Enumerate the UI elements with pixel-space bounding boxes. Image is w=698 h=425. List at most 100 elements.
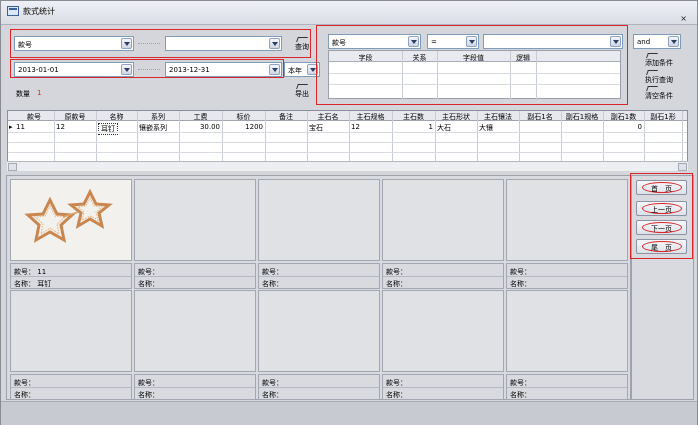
add-condition-button[interactable]: 添加条件 xyxy=(645,53,673,68)
product-image[interactable] xyxy=(10,179,132,261)
chevron-down-icon[interactable] xyxy=(408,36,419,47)
grid-column-header[interactable]: 主石规格 xyxy=(349,112,392,122)
card-code-label: 款号： xyxy=(386,268,407,276)
add-icon xyxy=(646,53,658,58)
scroll-right-icon[interactable] xyxy=(678,163,687,171)
grid-column-header[interactable]: 款号 xyxy=(14,112,54,122)
card-code-label: 款号： xyxy=(262,379,283,387)
grid-cell[interactable]: 1 xyxy=(392,123,433,131)
product-card[interactable]: 款号： 名称： xyxy=(134,179,256,289)
run-query-button[interactable]: 执行查询 xyxy=(645,70,673,85)
clear-icon xyxy=(646,86,658,91)
product-card[interactable]: 款号： 名称： xyxy=(10,290,132,400)
query-label: 查询 xyxy=(295,43,309,51)
chevron-down-icon[interactable] xyxy=(269,38,280,49)
card-code-label: 款号： xyxy=(386,379,407,387)
period-select[interactable]: 本年 xyxy=(284,62,320,77)
count-value: 1 xyxy=(37,89,42,97)
date-to-picker[interactable]: 2013-12-31 xyxy=(165,62,282,77)
search-value-select[interactable] xyxy=(165,36,282,51)
grid-column-header[interactable]: 主石形状 xyxy=(435,112,477,122)
grid-column-header[interactable]: 主石数 xyxy=(392,112,435,122)
grid-cell[interactable]: 12 xyxy=(351,123,360,131)
grid-cell[interactable]: 12 xyxy=(56,123,65,131)
grid-cell[interactable]: 0 xyxy=(603,123,642,131)
card-code-label: 款号： xyxy=(138,379,159,387)
product-image[interactable] xyxy=(258,179,380,261)
grid-column-header[interactable]: 副石1规格 xyxy=(561,112,603,122)
date-from-picker[interactable]: 2013-01-01 xyxy=(14,62,134,77)
window-title: 款式统计 xyxy=(23,7,55,16)
card-code-value: 11 xyxy=(37,268,47,276)
window: 款式统计 × 款号 查询 2013-01-01 2013-12-31 本年 数量… xyxy=(0,0,698,425)
product-image[interactable] xyxy=(382,179,504,261)
grid-column-header[interactable]: 原款号 xyxy=(54,112,96,122)
product-image[interactable] xyxy=(506,290,628,372)
product-card[interactable]: 款号： 名称： xyxy=(506,290,628,400)
condition-grid[interactable]: 字段 关系 字段值 逻辑 xyxy=(328,50,621,100)
chevron-down-icon[interactable] xyxy=(269,64,280,75)
next-page-button[interactable]: 下一页 xyxy=(636,220,687,235)
card-name-label: 名称： xyxy=(510,391,531,399)
clear-conditions-button[interactable]: 清空条件 xyxy=(645,86,673,101)
product-image[interactable] xyxy=(134,179,256,261)
scroll-left-icon[interactable] xyxy=(8,163,17,171)
product-image[interactable] xyxy=(506,179,628,261)
card-name-label: 名称： xyxy=(14,391,35,399)
card-name-label: 名称： xyxy=(14,280,35,288)
search-field-select[interactable]: 款号 xyxy=(14,36,134,51)
chevron-down-icon[interactable] xyxy=(610,36,621,47)
title-bar: 款式统计 × xyxy=(1,1,697,25)
grid-column-header[interactable]: 副石1名 xyxy=(519,112,561,122)
close-icon[interactable]: × xyxy=(680,14,687,23)
card-name-label: 名称： xyxy=(510,280,531,288)
product-image[interactable] xyxy=(10,290,132,372)
grid-column-header[interactable]: 备注 xyxy=(265,112,307,122)
grid-column-header[interactable]: 副石1形 xyxy=(644,112,682,122)
product-card[interactable]: 款号： 名称： xyxy=(134,290,256,400)
grid-column-header[interactable]: 标价 xyxy=(222,112,265,122)
product-card[interactable]: 款号： 名称： xyxy=(258,179,380,289)
card-code-label: 款号： xyxy=(510,268,531,276)
grid-column-header[interactable]: 主石名 xyxy=(307,112,349,122)
window-icon xyxy=(7,6,19,16)
product-card[interactable]: 款号： 11 名称： 耳钉 xyxy=(10,179,132,289)
card-code-label: 款号： xyxy=(138,268,159,276)
product-card[interactable]: 款号： 名称： xyxy=(382,179,504,289)
chevron-down-icon[interactable] xyxy=(668,36,679,47)
horizontal-scrollbar[interactable] xyxy=(7,161,688,171)
card-code-label: 款号： xyxy=(510,379,531,387)
grid-column-header[interactable]: 工费 xyxy=(179,112,222,122)
chevron-down-icon[interactable] xyxy=(466,36,477,47)
condition-field-select[interactable]: 款号 xyxy=(328,34,421,49)
product-image[interactable] xyxy=(134,290,256,372)
chevron-down-icon[interactable] xyxy=(121,64,132,75)
product-card[interactable]: 款号： 名称： xyxy=(506,179,628,289)
prev-page-button[interactable]: 上一页 xyxy=(636,201,687,216)
grid-column-header[interactable]: 系列 xyxy=(137,112,179,122)
grid-cell[interactable]: 11 xyxy=(16,123,25,131)
product-card[interactable]: 款号： 名称： xyxy=(258,290,380,400)
grid-cell[interactable]: 耳钉 xyxy=(98,123,118,135)
product-image[interactable] xyxy=(258,290,380,372)
grid-cell[interactable]: 1200 xyxy=(222,123,263,131)
grid-column-header[interactable]: 主石镶法 xyxy=(477,112,519,122)
grid-column-header[interactable]: 名称 xyxy=(96,112,137,122)
count-label: 数量 xyxy=(16,90,30,98)
grid-cell[interactable]: 30.00 xyxy=(179,123,220,131)
condition-value-select[interactable] xyxy=(483,34,623,49)
product-image[interactable] xyxy=(382,290,504,372)
earring-image xyxy=(24,188,113,243)
chevron-down-icon[interactable] xyxy=(121,38,132,49)
first-page-button[interactable]: 首 页 xyxy=(636,180,687,195)
condition-operator-select[interactable]: = xyxy=(427,34,479,49)
logic-select[interactable]: and xyxy=(633,34,681,49)
last-page-button[interactable]: 尾 页 xyxy=(636,239,687,254)
product-card[interactable]: 款号： 名称： xyxy=(382,290,504,400)
query-button[interactable]: 查询 xyxy=(295,37,309,52)
grid-column-header[interactable]: 副石1数 xyxy=(603,112,644,122)
card-name-label: 名称： xyxy=(386,280,407,288)
export-button[interactable]: 导出 xyxy=(295,84,309,99)
query-icon xyxy=(296,37,308,42)
col-value: 字段值 xyxy=(463,54,484,62)
